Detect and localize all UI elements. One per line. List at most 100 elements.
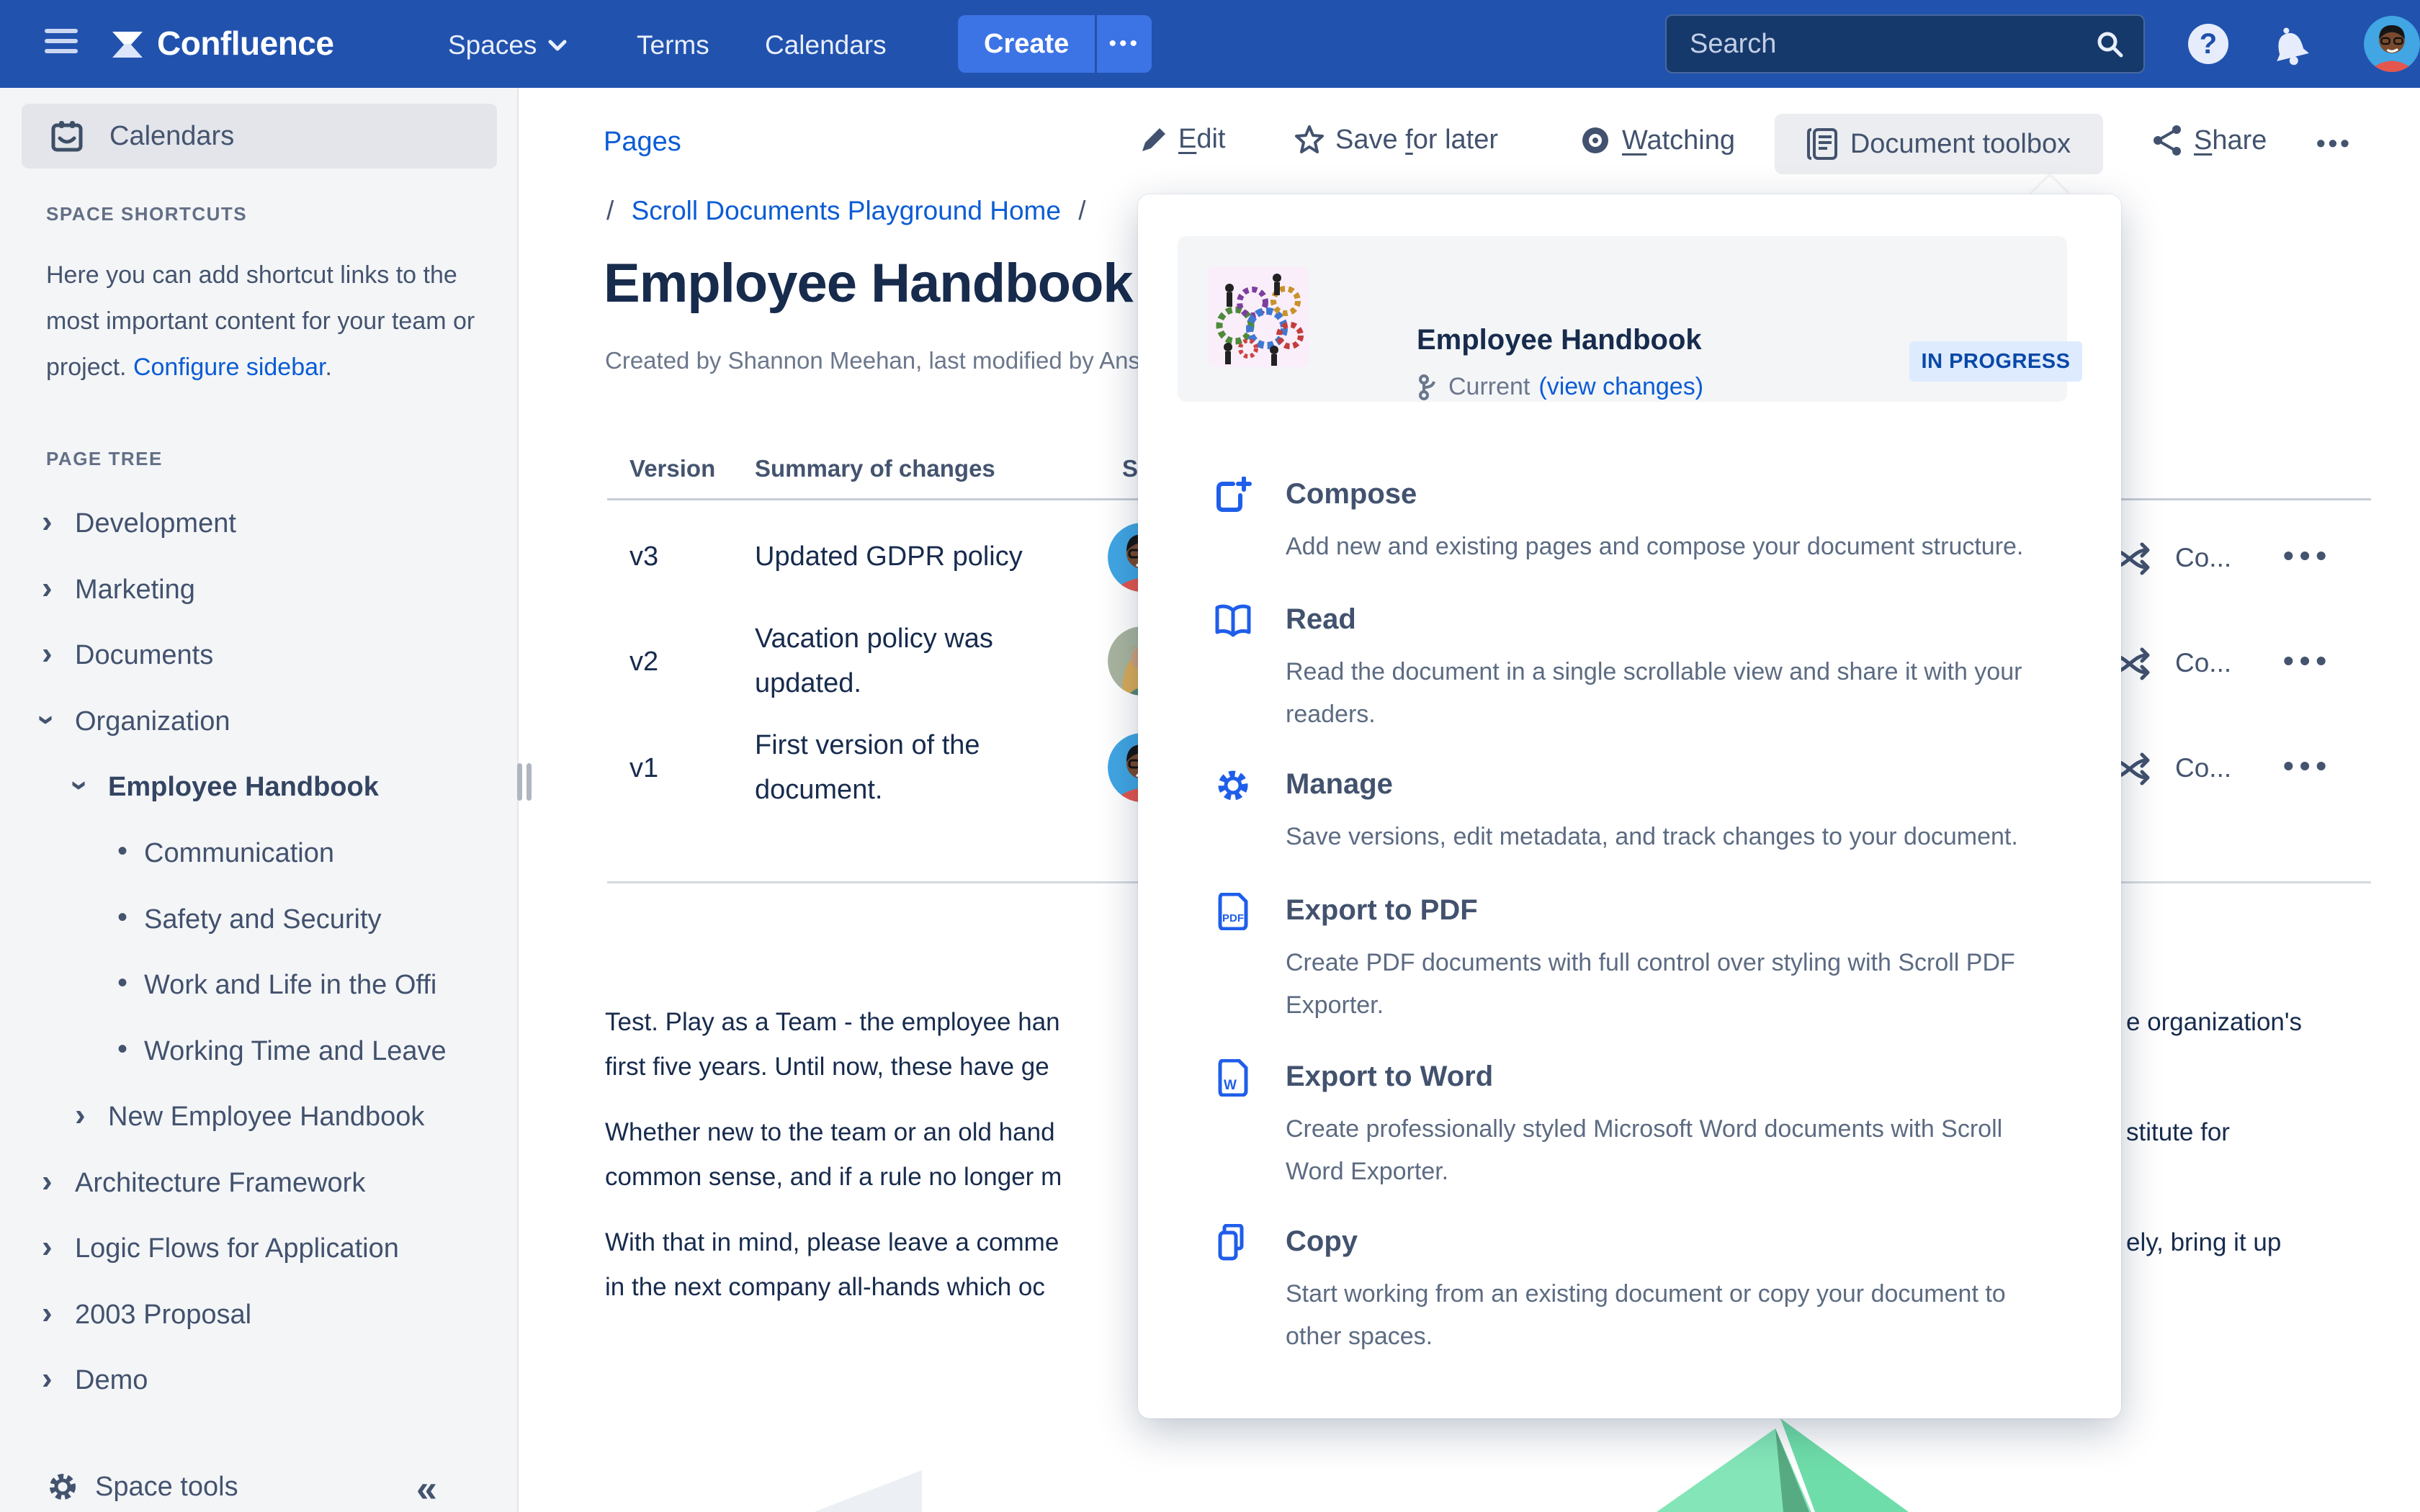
row-more-menu[interactable]: •••	[2283, 749, 2332, 783]
sidebar-item-calendars[interactable]: Calendars	[22, 104, 497, 168]
sidebar-item-work-and-life[interactable]: •Work and Life in the Offi	[0, 970, 519, 1003]
bullet-icon: •	[117, 967, 127, 999]
star-icon	[1294, 124, 1325, 156]
pdf-file-icon: PDF	[1214, 893, 1252, 930]
breadcrumb-pages-link[interactable]: Pages	[604, 127, 681, 158]
sidebar-item-2003-proposal[interactable]: ›2003 Proposal	[0, 1300, 519, 1333]
body-text-line: With that in mind, please leave a comme	[605, 1228, 1059, 1257]
row-compare-label[interactable]: Co...	[2175, 753, 2231, 783]
nav-spaces[interactable]: Spaces	[448, 30, 568, 60]
pencil-icon	[1139, 125, 1168, 154]
table-header-summary: Summary of changes	[755, 455, 995, 482]
sidebar-item-logic-flows[interactable]: ›Logic Flows for Application	[0, 1233, 519, 1266]
space-shortcuts-heading: SPACE SHORTCUTS	[46, 203, 247, 225]
search-icon[interactable]	[2094, 29, 2125, 59]
document-toolbox-button[interactable]: Document toolbox	[1775, 114, 2103, 174]
gear-icon	[46, 1470, 79, 1503]
status-badge: IN PROGRESS	[1909, 341, 2082, 382]
table-row-summary: Updated GDPR policy	[755, 541, 1023, 572]
edit-button[interactable]: Edit	[1139, 124, 1226, 155]
document-toolbox-icon	[1807, 127, 1839, 161]
bullet-icon: •	[117, 901, 127, 934]
space-tools-label: Space tools	[95, 1472, 238, 1503]
copy-icon	[1214, 1224, 1252, 1261]
search-box[interactable]	[1665, 14, 2145, 73]
share-icon	[2151, 124, 2184, 157]
table-header-version: Version	[629, 455, 715, 482]
table-row-version: v3	[629, 541, 658, 572]
bullet-icon: •	[117, 1033, 127, 1066]
sidebar-item-organization[interactable]: ›Organization	[0, 706, 519, 739]
sidebar-item-development[interactable]: ›Development	[0, 508, 519, 541]
row-compare-label[interactable]: Co...	[2175, 543, 2231, 573]
document-thumbnail	[1208, 266, 1309, 367]
table-row-summary: Vacation policy was	[755, 624, 993, 654]
word-file-icon: W	[1214, 1059, 1252, 1097]
save-for-later-button[interactable]: Save for later	[1294, 124, 1498, 156]
nav-terms[interactable]: Terms	[637, 30, 709, 60]
sidebar: Calendars SPACE SHORTCUTS Here you can a…	[0, 88, 519, 1512]
nav-more-button[interactable]: •••	[1097, 32, 1152, 56]
popup-version-label: Current	[1448, 373, 1530, 401]
row-more-menu[interactable]: •••	[2283, 644, 2332, 678]
sidebar-item-communication[interactable]: •Communication	[0, 838, 519, 871]
body-text-line: e organization's	[2126, 1008, 2302, 1037]
sidebar-item-demo[interactable]: ›Demo	[0, 1365, 519, 1398]
sidebar-item-architecture-framework[interactable]: ›Architecture Framework	[0, 1168, 519, 1201]
sidebar-item-employee-handbook[interactable]: ›Employee Handbook	[0, 772, 519, 805]
sidebar-item-safety-and-security[interactable]: •Safety and Security	[0, 904, 519, 937]
breadcrumb-path-link[interactable]: Scroll Documents Playground Home	[632, 196, 1061, 225]
view-changes-link[interactable]: (view changes)	[1538, 373, 1703, 401]
chevron-right-icon[interactable]: ›	[42, 1164, 53, 1200]
chevron-down-icon	[547, 37, 568, 53]
create-button[interactable]: Create	[958, 29, 1095, 60]
popup-document-title: Employee Handbook	[1417, 324, 1702, 356]
sidebar-item-marketing[interactable]: ›Marketing	[0, 575, 519, 608]
watching-button[interactable]: Watching	[1579, 124, 1735, 157]
popup-document-card: Employee Handbook Current (view changes)…	[1178, 236, 2067, 402]
nav-calendars[interactable]: Calendars	[765, 30, 887, 60]
book-icon	[1214, 602, 1252, 639]
chevron-right-icon[interactable]: ›	[42, 1229, 53, 1265]
chevron-right-icon[interactable]: ›	[42, 504, 53, 540]
help-button[interactable]: ?	[2188, 24, 2228, 64]
branch-icon	[1417, 374, 1438, 400]
confluence-logo-icon[interactable]	[107, 23, 148, 65]
calendar-icon	[50, 120, 84, 153]
page-title: Employee Handbook	[604, 252, 1133, 315]
product-name[interactable]: Confluence	[157, 24, 333, 63]
row-compare-label[interactable]: Co...	[2175, 648, 2231, 678]
sidebar-resize-handle[interactable]	[517, 763, 536, 804]
sidebar-calendars-label: Calendars	[109, 121, 234, 152]
body-text-line: Whether new to the team or an old hand	[605, 1118, 1055, 1147]
chevron-right-icon[interactable]: ›	[42, 636, 53, 672]
share-button[interactable]: Share	[2151, 124, 2267, 157]
notifications-bell-icon[interactable]	[2267, 22, 2312, 66]
sidebar-item-documents[interactable]: ›Documents	[0, 640, 519, 673]
chevron-right-icon[interactable]: ›	[42, 570, 53, 606]
body-text-line: ely, bring it up	[2126, 1228, 2281, 1257]
space-tools-button[interactable]: Space tools	[46, 1470, 238, 1503]
create-split-button: Create •••	[958, 15, 1152, 73]
sidebar-item-working-time-and-leave[interactable]: •Working Time and Leave	[0, 1036, 519, 1069]
chevron-right-icon[interactable]: ›	[42, 1361, 53, 1397]
page-more-button[interactable]: •••	[2316, 128, 2352, 158]
page-tree-heading: PAGE TREE	[46, 448, 163, 470]
chevron-down-icon[interactable]: ›	[62, 780, 98, 791]
top-navigation: Confluence Spaces Terms Calendars Create…	[0, 0, 2420, 88]
svg-text:PDF: PDF	[1222, 912, 1244, 924]
breadcrumb: / Scroll Documents Playground Home /	[606, 196, 1086, 226]
space-shortcuts-text: Here you can add shortcut links to the m…	[46, 252, 496, 390]
hamburger-menu-icon[interactable]	[45, 29, 78, 59]
user-avatar[interactable]	[2364, 16, 2420, 72]
table-row-version: v1	[629, 753, 658, 784]
chevron-right-icon[interactable]: ›	[75, 1097, 86, 1133]
chevron-right-icon[interactable]: ›	[42, 1295, 53, 1331]
collapse-sidebar-button[interactable]: «	[416, 1467, 437, 1511]
row-more-menu[interactable]: •••	[2283, 539, 2332, 573]
configure-sidebar-link[interactable]: Configure sidebar	[133, 354, 326, 381]
sidebar-item-new-employee-handbook[interactable]: ›New Employee Handbook	[0, 1102, 519, 1135]
document-toolbox-popup: Employee Handbook Current (view changes)…	[1138, 194, 2121, 1418]
chevron-down-icon[interactable]: ›	[29, 715, 65, 726]
search-input[interactable]	[1667, 29, 2094, 60]
